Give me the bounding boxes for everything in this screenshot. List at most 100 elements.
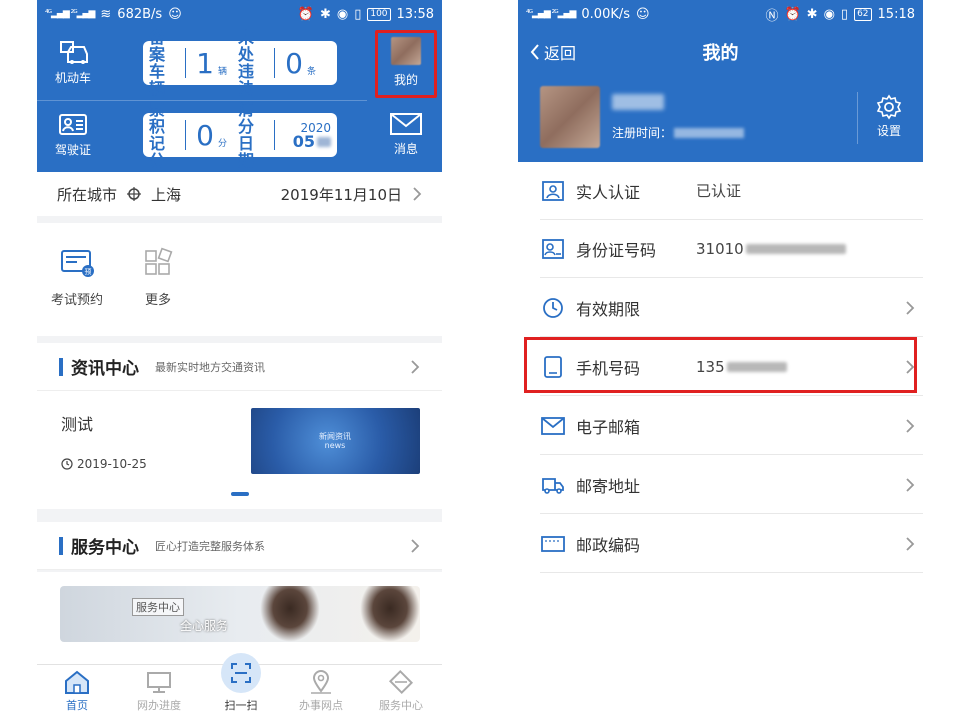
registered-vehicles-label: 备案车辆 xyxy=(149,28,166,98)
email-label: 电子邮箱 xyxy=(576,417,641,437)
news-item-date: 2019-10-25 xyxy=(61,457,147,471)
clear-date-label: 清分日期 xyxy=(238,100,255,170)
points-summary-card[interactable]: 累积记分 0 分 清分日期 2020 05 xyxy=(143,101,337,169)
exam-booking-icon: 预 xyxy=(61,250,94,277)
row-real-name-auth[interactable]: 实人认证 已认证 xyxy=(540,162,923,220)
service-banner-text: 全心服务 xyxy=(180,619,229,633)
mine-button[interactable]: 我的 xyxy=(375,30,437,98)
chevron-right-icon xyxy=(411,538,420,553)
carousel-indicator xyxy=(231,492,249,496)
alarm-icon: ⏰ xyxy=(297,6,314,22)
news-item[interactable]: 测试 2019-10-25 新闻资讯 news xyxy=(37,391,442,509)
svg-text:预: 预 xyxy=(85,267,92,276)
news-thumbnail-text: 新闻资讯 xyxy=(319,432,351,441)
more-grid-icon xyxy=(145,247,173,275)
settings-button[interactable]: 设置 xyxy=(864,94,914,139)
city-name: 上海 xyxy=(151,185,182,204)
exam-booking-label: 考试预约 xyxy=(50,293,103,308)
notification-icon: ☺ xyxy=(636,6,650,22)
news-section-header[interactable]: 资讯中心 最新实时地方交通资讯 xyxy=(37,343,442,391)
scan-button[interactable] xyxy=(221,653,261,693)
clock-icon xyxy=(543,297,563,318)
license-entry[interactable]: 驾驶证 xyxy=(47,112,99,158)
section-accent-bar xyxy=(59,536,63,555)
crosshair-icon xyxy=(127,187,142,201)
chevron-right-icon xyxy=(906,477,915,492)
mine-label: 我的 xyxy=(393,73,418,87)
bluetooth-icon: ✱ xyxy=(806,6,818,22)
registration-time: 注册时间： xyxy=(612,124,745,141)
profile-avatar[interactable] xyxy=(540,86,600,148)
news-thumbnail-subtext: news xyxy=(324,441,346,450)
city-row[interactable]: 所在城市 上海 2019年11月10日 xyxy=(37,172,442,216)
signal-icon: ⁴ᴳ▂▄▆ ²ᴳ▂▄▆ xyxy=(45,9,95,19)
signal-icon: ⁴ᴳ▂▄▆ ²ᴳ▂▄▆ xyxy=(526,9,576,19)
news-section-title: 资讯中心 xyxy=(71,359,139,379)
bluetooth-icon: ✱ xyxy=(319,6,331,22)
accumulated-points-unit: 分 xyxy=(218,138,228,149)
more-entry[interactable]: 更多 xyxy=(128,247,188,308)
shortcut-grid: 预 考试预约 更多 xyxy=(37,223,442,336)
row-validity-period[interactable]: 有效期限 xyxy=(540,279,923,337)
home-icon xyxy=(65,670,89,694)
phone-number-highlight xyxy=(524,337,917,393)
person-card-icon xyxy=(542,180,564,201)
id-card-icon xyxy=(542,238,564,259)
vehicle-entry[interactable]: 机动车 xyxy=(47,40,99,86)
net-speed: 0.00K/s xyxy=(581,6,631,22)
location-icon: ◉ xyxy=(823,6,835,22)
more-label: 更多 xyxy=(144,293,171,308)
pending-violations-unit: 条 xyxy=(307,66,317,77)
chevron-right-icon xyxy=(906,536,915,551)
clear-date-value: 2020 05 xyxy=(281,121,331,150)
service-section-subtitle: 匠心打造完整服务体系 xyxy=(155,539,265,553)
alarm-icon: ⏰ xyxy=(784,6,801,22)
id-number-value: 31010 xyxy=(696,240,897,258)
mailing-address-label: 邮寄地址 xyxy=(576,476,641,496)
vehicle-summary-card[interactable]: 备案车辆 1 辆 未处违法 0 条 xyxy=(143,29,337,97)
bottom-tab-bar: 首页 网办进度 扫一扫 办事网点 服务中心 xyxy=(37,653,442,720)
row-email[interactable]: 电子邮箱 xyxy=(540,397,923,455)
net-speed: 682B/s xyxy=(117,6,163,22)
id-card-icon xyxy=(59,114,87,135)
avatar xyxy=(391,37,421,65)
battery-icon: 100 xyxy=(367,7,391,21)
header-divider xyxy=(857,92,858,144)
status-time: 15:18 xyxy=(877,6,915,22)
right-phone-profile-screen: ⁴ᴳ▂▄▆ ²ᴳ▂▄▆ 0.00K/s ☺ Ⓝ ⏰ ✱ ◉ ▯ 62 15:18… xyxy=(518,0,923,720)
postcode-box-icon xyxy=(541,535,565,552)
row-mailing-address[interactable]: 邮寄地址 xyxy=(540,456,923,514)
handshake-icon xyxy=(388,669,414,695)
tab-progress[interactable]: 网办进度 xyxy=(127,669,191,713)
message-button[interactable]: 消息 xyxy=(373,104,439,168)
service-banner[interactable]: 服务中心 全心服务 xyxy=(60,586,420,642)
news-thumbnail: 新闻资讯 news xyxy=(251,408,420,474)
settings-label: 设置 xyxy=(876,124,901,138)
tab-service-center[interactable]: 服务中心 xyxy=(369,669,433,713)
tab-service-points[interactable]: 办事网点 xyxy=(289,669,353,713)
tab-home[interactable]: 首页 xyxy=(45,669,109,713)
real-name-auth-label: 实人认证 xyxy=(576,182,641,202)
screenshot-stage: ⁴ᴳ▂▄▆ ²ᴳ▂▄▆ ≋ 682B/s ☺ ⏰ ✱ ◉ ▯ 100 13:58… xyxy=(0,0,960,720)
exam-booking-entry[interactable]: 预 考试预约 xyxy=(47,247,107,308)
license-label: 驾驶证 xyxy=(54,143,91,157)
row-postal-code[interactable]: 邮政编码 xyxy=(540,515,923,573)
registered-vehicles-count: 1 xyxy=(196,46,214,80)
row-id-number[interactable]: 身份证号码 31010 xyxy=(540,220,923,278)
real-name-auth-value: 已认证 xyxy=(696,182,742,200)
car-icon xyxy=(60,41,88,64)
clock-icon xyxy=(61,458,73,470)
left-phone-home-screen: ⁴ᴳ▂▄▆ ²ᴳ▂▄▆ ≋ 682B/s ☺ ⏰ ✱ ◉ ▯ 100 13:58… xyxy=(37,0,442,720)
truck-icon xyxy=(542,477,564,494)
notification-icon: ☺ xyxy=(168,6,182,22)
gear-icon xyxy=(876,94,902,120)
service-section-header[interactable]: 服务中心 匠心打造完整服务体系 xyxy=(37,522,442,570)
pending-violations-count: 0 xyxy=(285,46,303,80)
section-accent-bar xyxy=(59,357,63,376)
service-banner-person xyxy=(360,586,420,642)
card-separator xyxy=(274,48,275,78)
chevron-right-icon xyxy=(411,359,420,374)
profile-nav-bar: 返回 我的 xyxy=(518,28,923,74)
validity-period-label: 有效期限 xyxy=(576,299,641,319)
status-time: 13:58 xyxy=(396,6,434,22)
